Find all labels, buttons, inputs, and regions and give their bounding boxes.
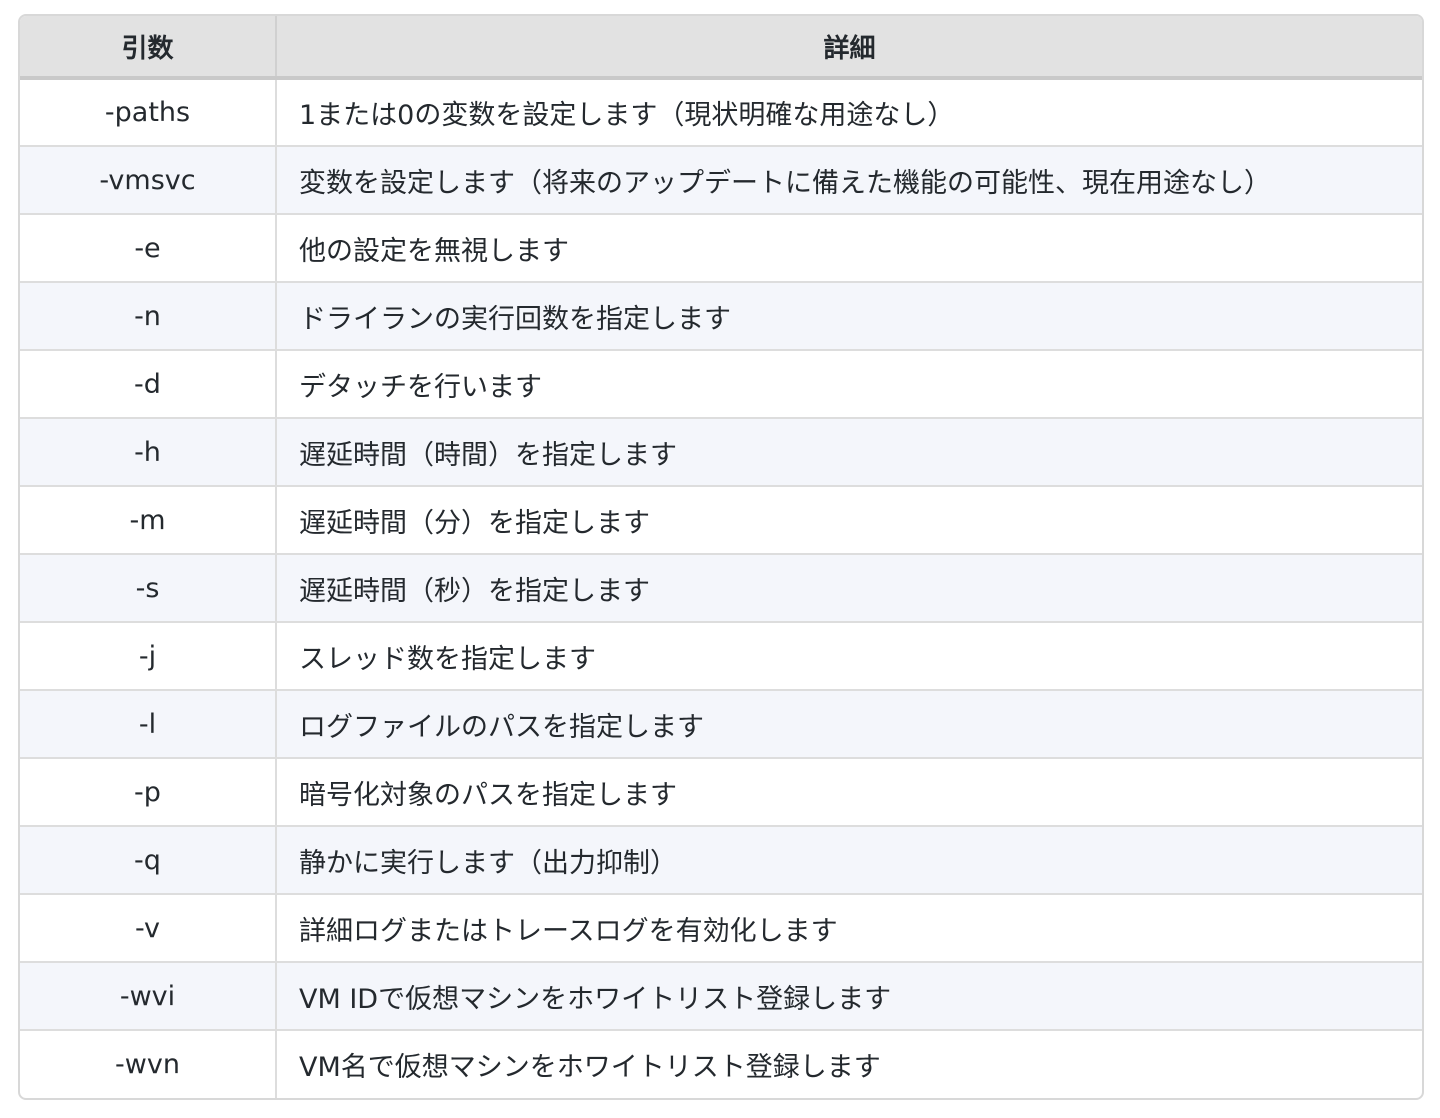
argument-cell: -l [20, 689, 277, 758]
detail-cell: 静かに実行します（出力抑制） [276, 825, 1422, 894]
argument-cell: -h [20, 417, 277, 486]
detail-cell: 暗号化対象のパスを指定します [276, 757, 1422, 826]
arguments-table: 引数 詳細 -paths 1または0の変数を設定します（現状明確な用途なし） -… [18, 14, 1424, 1100]
argument-cell: -paths [20, 78, 277, 146]
table-row: -p 暗号化対象のパスを指定します [20, 757, 1422, 826]
table-row: -d デタッチを行います [20, 349, 1422, 418]
detail-cell: 遅延時間（分）を指定します [276, 485, 1422, 554]
detail-cell: 1または0の変数を設定します（現状明確な用途なし） [299, 100, 955, 131]
table-row: -l ログファイルのパスを指定します [20, 689, 1422, 758]
table-row: -e 他の設定を無視します [20, 213, 1422, 282]
table-row: -n ドライランの実行回数を指定します [20, 281, 1422, 350]
table-row: -q 静かに実行します（出力抑制） [20, 825, 1422, 894]
detail-cell: ドライランの実行回数を指定します [276, 281, 1422, 350]
detail-cell: スレッド数を指定します [276, 621, 1422, 690]
table-row: -v 詳細ログまたはトレースログを有効化します [20, 893, 1422, 962]
argument-cell: -q [20, 825, 277, 894]
argument-cell: -p [20, 757, 277, 826]
argument-cell: -wvi [20, 961, 277, 1030]
arguments-table-grid: 引数 詳細 -paths 1または0の変数を設定します（現状明確な用途なし） -… [20, 16, 1422, 1098]
detail-cell: ログファイルのパスを指定します [276, 689, 1422, 758]
argument-cell: -n [20, 281, 277, 350]
detail-cell: 遅延時間（時間）を指定します [276, 417, 1422, 486]
detail-cell: 他の設定を無視します [276, 213, 1422, 282]
header-detail: 詳細 [275, 16, 1422, 80]
header-row: 引数 詳細 [20, 16, 1422, 80]
table-row: -h 遅延時間（時間）を指定します [20, 417, 1422, 486]
detail-cell: VM IDで仮想マシンをホワイトリスト登録します [276, 961, 1422, 1030]
table-row: -vmsvc 変数を設定します（将来のアップデートに備えた機能の可能性、現在用途… [20, 145, 1422, 214]
argument-cell: -wvn [20, 1029, 277, 1098]
table-header: 引数 詳細 [20, 16, 1422, 80]
table-body: -paths 1または0の変数を設定します（現状明確な用途なし） -vmsvc … [20, 78, 1422, 1098]
table-row: -paths 1または0の変数を設定します（現状明確な用途なし） [20, 78, 1422, 146]
argument-cell: -m [20, 485, 277, 554]
header-argument: 引数 [20, 16, 276, 80]
argument-cell: -s [20, 553, 277, 622]
argument-cell: -j [20, 621, 277, 690]
table-row: -wvn VM名で仮想マシンをホワイトリスト登録します [20, 1029, 1422, 1098]
table-row: -s 遅延時間（秒）を指定します [20, 553, 1422, 622]
argument-cell: -e [20, 213, 277, 282]
detail-cell: デタッチを行います [276, 349, 1422, 418]
argument-cell: -v [20, 893, 277, 962]
detail-cell: 変数を設定します（将来のアップデートに備えた機能の可能性、現在用途なし） [276, 145, 1422, 214]
detail-cell: 詳細ログまたはトレースログを有効化します [276, 893, 1422, 962]
table-row: -wvi VM IDで仮想マシンをホワイトリスト登録します [20, 961, 1422, 1030]
table-row: -m 遅延時間（分）を指定します [20, 485, 1422, 554]
table-row: -j スレッド数を指定します [20, 621, 1422, 690]
argument-cell: -vmsvc [20, 145, 277, 214]
detail-cell: VM名で仮想マシンをホワイトリスト登録します [276, 1029, 1422, 1098]
detail-cell: 遅延時間（秒）を指定します [276, 553, 1422, 622]
argument-cell: -d [20, 349, 277, 418]
